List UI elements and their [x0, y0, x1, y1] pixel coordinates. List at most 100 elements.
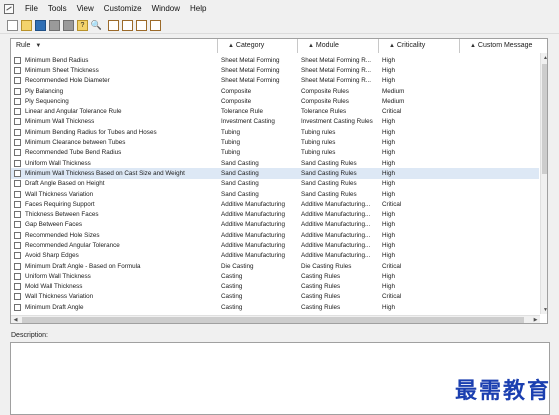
open-folder-icon[interactable] — [21, 19, 32, 31]
help-icon[interactable]: ? — [77, 19, 88, 31]
rule-checkbox[interactable] — [14, 211, 21, 219]
rule-checkbox[interactable] — [14, 159, 21, 167]
rule-checkbox[interactable] — [14, 139, 21, 147]
rule-cell: Minimum Draft Angle — [11, 303, 218, 311]
table-row[interactable]: Thickness Between Faces Additive Manufact… — [11, 209, 539, 219]
criticality-cell: High — [382, 118, 395, 126]
rule-name: Thickness Between Faces — [25, 211, 99, 219]
table-row[interactable]: Ply Balancing Composite Composite Rules Med… — [11, 86, 539, 96]
menu-help[interactable]: Help — [185, 0, 211, 17]
save-icon[interactable] — [35, 19, 46, 31]
scroll-up-icon[interactable]: ▲ — [541, 53, 547, 62]
table-row[interactable]: Draft Angle Based on Height Sand Casting S… — [11, 179, 539, 189]
rule-checkbox[interactable] — [14, 56, 21, 64]
table-row[interactable]: Mold Wall Thickness Casting Casting Rules H… — [11, 282, 539, 292]
sort-up-icon: ▲ — [308, 43, 314, 49]
column-header-rule[interactable]: Rule ▼ — [11, 39, 218, 53]
category-cell: Sand Casting — [221, 190, 259, 198]
menu-window[interactable]: Window — [147, 0, 185, 17]
rule-checkbox[interactable] — [14, 77, 21, 85]
menu-tools[interactable]: Tools — [43, 0, 72, 17]
rule-checkbox[interactable] — [14, 108, 21, 116]
table-row[interactable]: Uniform Wall Thickness Sand Casting Sand C… — [11, 158, 539, 168]
table-row[interactable]: Recommended Tube Bend Radius Tubing Tubing… — [11, 148, 539, 158]
rule-checkbox[interactable] — [14, 169, 21, 177]
table-row[interactable]: Minimum Bend Radius Sheet Metal Forming Sh… — [11, 55, 539, 65]
rule-checkbox[interactable] — [14, 241, 21, 249]
rule-checkbox[interactable] — [14, 190, 21, 198]
column-header-module[interactable]: ▲ Module — [298, 39, 379, 53]
table-row[interactable]: Minimum Wall Thickness Based on Cast Siz… — [11, 168, 539, 179]
rule-checkbox[interactable] — [14, 252, 21, 260]
category-cell: Additive Manufacturing — [221, 211, 286, 219]
rule-checkbox[interactable] — [14, 231, 21, 239]
rule-export-icon[interactable] — [136, 19, 147, 31]
table-row[interactable]: Recommended Angular Tolerance Additive Ma… — [11, 240, 539, 250]
rule-cell: Ply Balancing — [11, 87, 218, 95]
vertical-scrollbar[interactable]: ▲ ▼ — [540, 53, 547, 314]
table-row[interactable]: Minimum Clearance between Tubes Tubing Tub… — [11, 137, 539, 147]
vertical-scroll-thumb[interactable] — [542, 64, 547, 174]
table-row[interactable]: Recommended Hole Diameter Sheet Metal For… — [11, 76, 539, 86]
rule-checkbox[interactable] — [14, 118, 21, 126]
rule-checkbox[interactable] — [14, 87, 21, 95]
criticality-cell: High — [382, 211, 395, 219]
table-row[interactable]: Minimum Draft Angle - Based on Formula Di… — [11, 261, 539, 271]
category-cell: Additive Manufacturing — [221, 200, 286, 208]
table-row[interactable]: Avoid Sharp Edges Additive Manufacturing A… — [11, 251, 539, 261]
rule-checkbox[interactable] — [14, 272, 21, 280]
print-icon[interactable] — [49, 19, 60, 31]
module-cell: Casting Rules — [301, 303, 341, 311]
menu-customize[interactable]: Customize — [99, 0, 147, 17]
table-row[interactable]: Uniform Wall Thickness Casting Casting Rul… — [11, 271, 539, 281]
app-icon[interactable] — [4, 3, 14, 14]
search-icon[interactable]: 🔍 — [91, 19, 102, 31]
new-document-icon[interactable] — [7, 19, 18, 31]
table-row[interactable]: Ply Sequencing Composite Composite Rules Me… — [11, 96, 539, 106]
table-row[interactable]: Minimum Wall Thickness Investment Casting… — [11, 117, 539, 127]
table-row[interactable]: Gap Between Faces Additive Manufacturing A… — [11, 220, 539, 230]
rule-checkbox[interactable] — [14, 262, 21, 270]
table-row[interactable]: Faces Requiring Support Additive Manufact… — [11, 199, 539, 209]
criticality-cell: Medium — [382, 97, 405, 105]
table-row[interactable]: Minimum Sheet Thickness Sheet Metal Formi… — [11, 65, 539, 75]
check-rules-icon[interactable] — [108, 19, 119, 31]
menu-file[interactable]: File — [20, 0, 43, 17]
table-row[interactable]: Undercut DetectionCastingCasting RulesCr… — [11, 312, 539, 314]
rule-checkbox[interactable] — [14, 221, 21, 229]
menu-bar: File Tools View Customize Window Help — [0, 0, 559, 17]
rule-checkbox[interactable] — [14, 97, 21, 105]
rule-checkbox[interactable] — [14, 128, 21, 136]
properties-icon[interactable] — [63, 19, 74, 31]
scroll-left-icon[interactable]: ◀ — [11, 316, 20, 323]
criticality-cell: High — [382, 128, 395, 136]
rule-checkbox[interactable] — [14, 66, 21, 74]
rule-checkbox[interactable] — [14, 149, 21, 157]
column-header-criticality[interactable]: ▲ Criticality — [379, 39, 460, 53]
table-row[interactable]: Linear and Angular Tolerance Rule Toleran… — [11, 106, 539, 116]
rule-checkbox[interactable] — [14, 200, 21, 208]
category-cell: Tubing — [221, 139, 241, 147]
rule-checkbox[interactable] — [14, 293, 21, 301]
scroll-down-icon[interactable]: ▼ — [541, 305, 547, 314]
criticality-cell: High — [382, 149, 395, 157]
rule-settings-icon[interactable] — [150, 19, 161, 31]
table-row[interactable]: Wall Thickness Variation Casting Casting R… — [11, 292, 539, 302]
table-row[interactable]: Minimum Draft Angle Casting Casting Rules H… — [11, 302, 539, 312]
horizontal-scrollbar[interactable]: ◀ ▶ — [11, 315, 540, 323]
scroll-right-icon[interactable]: ▶ — [531, 316, 540, 323]
rule-name: Recommended Hole Diameter — [25, 77, 110, 85]
rule-checkbox[interactable] — [14, 180, 21, 188]
column-header-custom-message[interactable]: ▲ Custom Message — [460, 39, 538, 53]
horizontal-scroll-thumb[interactable] — [22, 317, 524, 323]
rule-checkbox[interactable] — [14, 303, 21, 311]
table-row[interactable]: Recommended Hole Sizes Additive Manufactu… — [11, 230, 539, 240]
column-header-category[interactable]: ▲ Category — [218, 39, 298, 53]
rule-report-icon[interactable] — [122, 19, 133, 31]
menu-view[interactable]: View — [72, 0, 99, 17]
table-row[interactable]: Minimum Bending Radius for Tubes and Hos… — [11, 127, 539, 137]
category-cell: Tolerance Rule — [221, 108, 264, 116]
rule-cell: Recommended Angular Tolerance — [11, 241, 218, 249]
rule-checkbox[interactable] — [14, 283, 21, 291]
table-row[interactable]: Wall Thickness Variation Sand Casting Sand… — [11, 189, 539, 199]
